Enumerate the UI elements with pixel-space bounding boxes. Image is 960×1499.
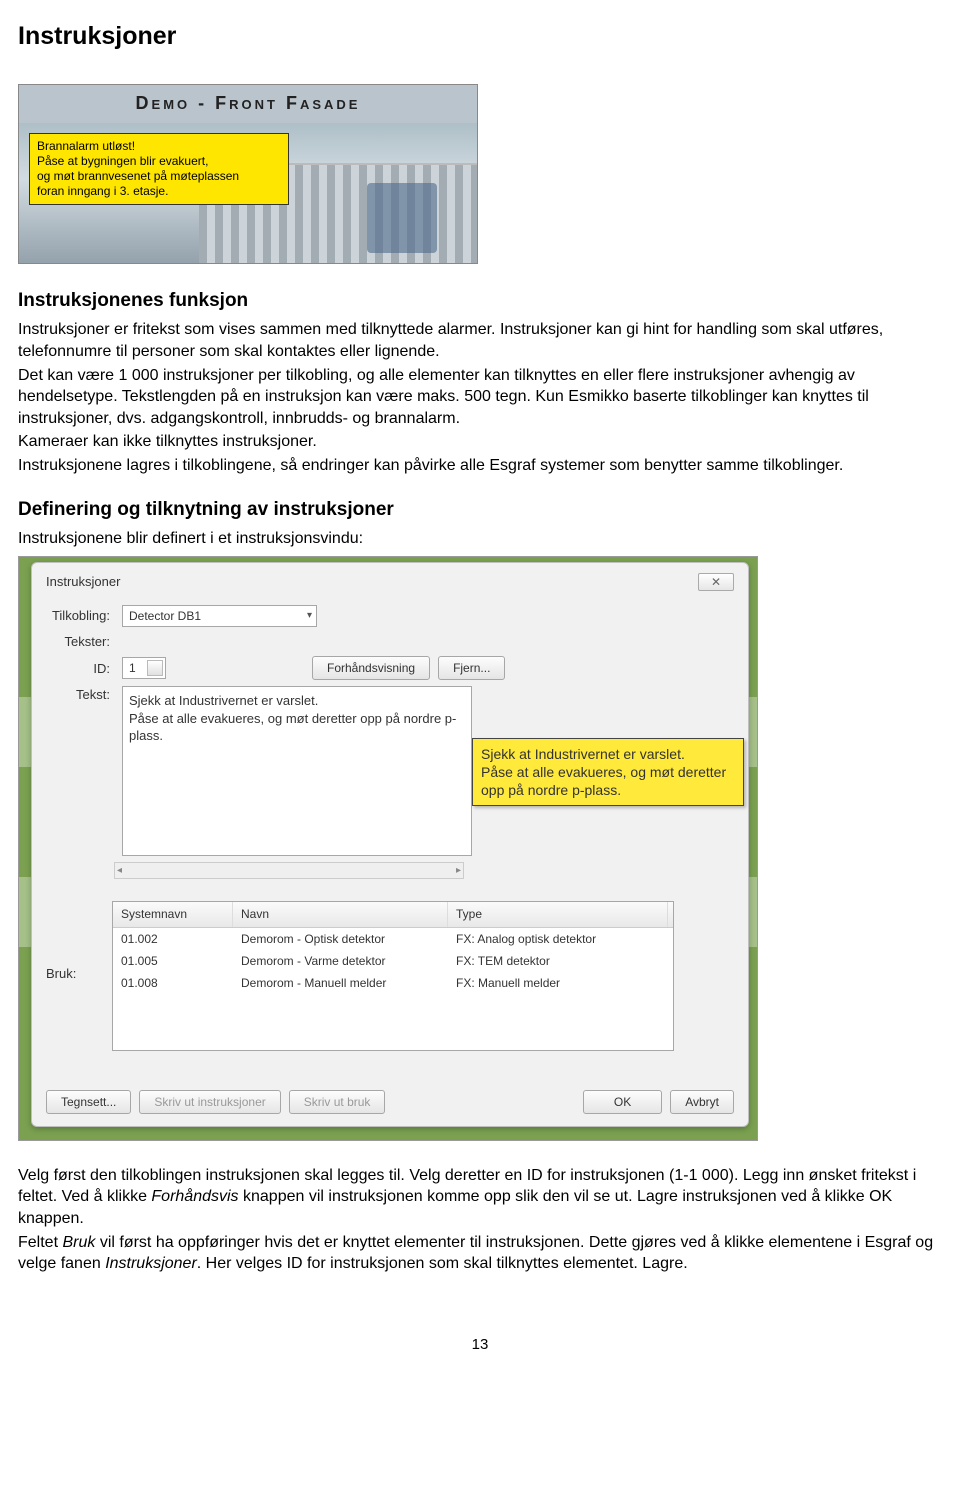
id-value: 1 — [129, 660, 136, 676]
text: Feltet — [18, 1234, 62, 1251]
text-italic: Bruk — [62, 1234, 95, 1251]
remove-button[interactable]: Fjern... — [438, 656, 505, 680]
table-row[interactable]: 01.005 Demorom - Varme detektor FX: TEM … — [113, 950, 673, 972]
body-text: Feltet Bruk vil først ha oppføringer hvi… — [18, 1232, 942, 1275]
col-type[interactable]: Type — [448, 902, 668, 926]
tekster-label: Tekster: — [46, 633, 114, 651]
cell: FX: TEM detektor — [448, 950, 668, 972]
body-text: Velg først den tilkoblingen instruksjone… — [18, 1165, 942, 1230]
body-text: Instruksjonene blir definert i et instru… — [18, 528, 942, 550]
id-label: ID: — [46, 660, 114, 678]
tilkobling-label: Tilkobling: — [46, 607, 114, 625]
id-spinner[interactable]: 1 — [122, 657, 166, 679]
charset-button[interactable]: Tegnsett... — [46, 1090, 131, 1114]
text: . Her velges ID for instruksjonen som sk… — [197, 1255, 688, 1272]
preview-button[interactable]: Forhåndsvisning — [312, 656, 430, 680]
alarm-note-line: Brannalarm utløst! — [37, 139, 281, 154]
dialog-screenshot: Instruksjoner ✕ Tilkobling: Detector DB1… — [18, 556, 942, 1141]
banner-screenshot: Demo - Front Fasade Brannalarm utløst! P… — [18, 84, 942, 264]
body-text: Kameraer kan ikke tilknyttes instruksjon… — [18, 431, 942, 453]
print-usage-button[interactable]: Skriv ut bruk — [289, 1090, 386, 1114]
close-icon[interactable]: ✕ — [698, 573, 734, 591]
cell: 01.005 — [113, 950, 233, 972]
section-heading: Definering og tilknytning av instruksjon… — [18, 497, 942, 523]
body-text: Det kan være 1 000 instruksjoner per til… — [18, 365, 942, 430]
alarm-note-line: foran inngang i 3. etasje. — [37, 184, 281, 199]
text-italic: Instruksjoner — [105, 1255, 197, 1272]
body-text: Instruksjonene lagres i tilkoblingene, s… — [18, 455, 942, 477]
chevron-down-icon: ▾ — [307, 609, 312, 623]
usage-table: Systemnavn Navn Type 01.002 Demorom - Op… — [112, 901, 674, 1051]
page-number: 13 — [18, 1335, 942, 1355]
scroll-right-icon[interactable]: ▸ — [456, 864, 461, 878]
cell: FX: Analog optisk detektor — [448, 928, 668, 950]
table-row[interactable]: 01.008 Demorom - Manuell melder FX: Manu… — [113, 972, 673, 994]
print-instructions-button[interactable]: Skriv ut instruksjoner — [139, 1090, 280, 1114]
page-title: Instruksjoner — [18, 20, 942, 54]
col-systemnavn[interactable]: Systemnavn — [113, 902, 233, 926]
cell: Demorom - Optisk detektor — [233, 928, 448, 950]
col-navn[interactable]: Navn — [233, 902, 448, 926]
tekst-label: Tekst: — [46, 686, 114, 704]
text-italic: Forhåndsvis — [151, 1188, 238, 1205]
instruction-textarea[interactable]: Sjekk at Industrivernet er varslet. Påse… — [122, 686, 472, 856]
alarm-note-line: og møt brannvesenet på møteplassen — [37, 169, 281, 184]
body-text: Instruksjoner er fritekst som vises samm… — [18, 319, 942, 362]
cell: Demorom - Varme detektor — [233, 950, 448, 972]
section-heading: Instruksjonenes funksjon — [18, 288, 942, 314]
cell: FX: Manuell melder — [448, 972, 668, 994]
bruk-label: Bruk: — [46, 965, 96, 983]
alarm-note-line: Påse at bygningen blir evakuert, — [37, 154, 281, 169]
alarm-note-box: Brannalarm utløst! Påse at bygningen bli… — [29, 133, 289, 205]
cell: Demorom - Manuell melder — [233, 972, 448, 994]
building-logo — [367, 183, 437, 253]
scroll-left-icon[interactable]: ◂ — [117, 864, 122, 878]
cancel-button[interactable]: Avbryt — [670, 1090, 734, 1114]
table-row[interactable]: 01.002 Demorom - Optisk detektor FX: Ana… — [113, 928, 673, 950]
dialog-title-text: Instruksjoner — [46, 573, 120, 591]
tilkobling-dropdown[interactable]: Detector DB1 ▾ — [122, 605, 317, 627]
ok-button[interactable]: OK — [583, 1090, 662, 1114]
instructions-dialog: Instruksjoner ✕ Tilkobling: Detector DB1… — [31, 562, 749, 1127]
tilkobling-value: Detector DB1 — [129, 608, 201, 624]
cell: 01.002 — [113, 928, 233, 950]
horizontal-scrollbar[interactable]: ◂ ▸ — [114, 862, 464, 879]
preview-tooltip: Sjekk at Industrivernet er varslet. Påse… — [472, 738, 744, 807]
banner-title: Demo - Front Fasade — [19, 91, 477, 115]
cell: 01.008 — [113, 972, 233, 994]
